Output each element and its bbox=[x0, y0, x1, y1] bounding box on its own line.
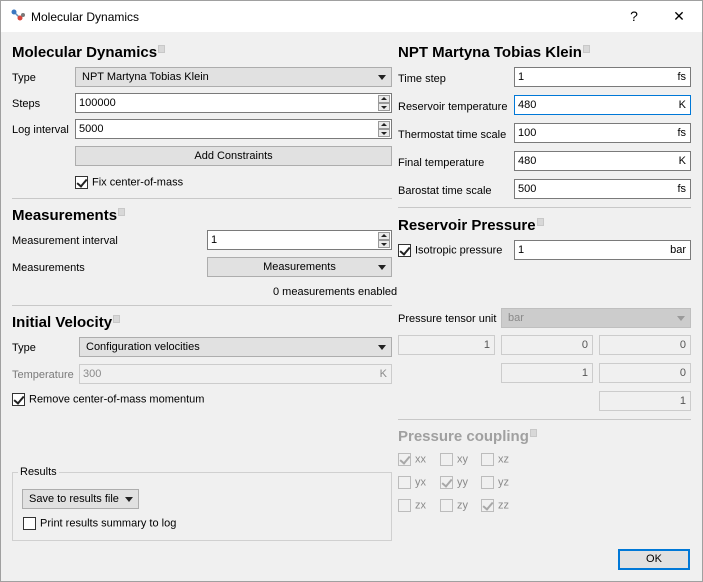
measurement-interval-input[interactable]: 1 bbox=[207, 230, 392, 250]
coupling-yy-checkbox[interactable]: yy bbox=[440, 476, 468, 490]
close-button[interactable]: ✕ bbox=[657, 1, 701, 32]
checkbox-box[interactable] bbox=[481, 499, 494, 512]
measurements-enabled-text: 0 measurements enabled bbox=[273, 286, 398, 298]
chevron-down-icon bbox=[677, 316, 685, 321]
help-icon[interactable] bbox=[529, 429, 537, 437]
checkbox-box[interactable] bbox=[75, 176, 88, 189]
help-icon[interactable] bbox=[536, 218, 544, 226]
measurements-section-title: Measurements bbox=[12, 207, 126, 224]
coupling-yz-checkbox[interactable]: yz bbox=[481, 476, 509, 490]
final-temperature-label: Final temperature bbox=[398, 157, 485, 169]
tensor-xx-field[interactable]: 1 bbox=[398, 335, 495, 355]
help-icon[interactable] bbox=[113, 315, 121, 323]
coupling-xy-checkbox[interactable]: xy bbox=[440, 453, 468, 467]
reservoir-temperature-label: Reservoir temperature bbox=[398, 101, 508, 113]
checkbox-box[interactable] bbox=[440, 453, 453, 466]
checkbox-box[interactable] bbox=[23, 517, 36, 530]
checkbox-box[interactable] bbox=[481, 476, 494, 489]
coupling-zy-checkbox[interactable]: zy bbox=[440, 499, 468, 513]
md-type-select[interactable]: NPT Martyna Tobias Klein bbox=[75, 67, 392, 87]
measurement-interval-spinner[interactable] bbox=[378, 232, 390, 248]
chevron-down-icon bbox=[125, 497, 133, 502]
close-icon: ✕ bbox=[673, 8, 685, 24]
barostat-time-scale-input[interactable]: 500 fs bbox=[514, 179, 691, 199]
barostat-time-scale-label: Barostat time scale bbox=[398, 185, 492, 197]
checkbox-box[interactable] bbox=[440, 499, 453, 512]
checkbox-box[interactable] bbox=[398, 499, 411, 512]
coupling-xx-checkbox[interactable]: xx bbox=[398, 453, 426, 467]
ok-button[interactable]: OK bbox=[618, 549, 690, 570]
tensor-xz-field[interactable]: 0 bbox=[599, 335, 691, 355]
results-save-select[interactable]: Save to results file bbox=[22, 489, 139, 509]
time-step-input[interactable]: 1 fs bbox=[514, 67, 691, 87]
velocity-temperature-label: Temperature bbox=[12, 369, 74, 381]
help-icon[interactable] bbox=[118, 208, 126, 216]
measurement-interval-label: Measurement interval bbox=[12, 235, 118, 247]
velocity-type-label: Type bbox=[12, 342, 36, 354]
tensor-yy-field[interactable]: 1 bbox=[501, 363, 593, 383]
help-icon[interactable] bbox=[582, 45, 590, 53]
thermostat-time-scale-input[interactable]: 100 fs bbox=[514, 123, 691, 143]
pressure-coupling-section-title: Pressure coupling bbox=[398, 428, 537, 445]
checkbox-box[interactable] bbox=[398, 476, 411, 489]
npt-section-title: NPT Martyna Tobias Klein bbox=[398, 44, 590, 61]
steps-input[interactable]: 100000 bbox=[75, 93, 392, 113]
velocity-type-select[interactable]: Configuration velocities bbox=[79, 337, 392, 357]
add-constraints-button[interactable]: Add Constraints bbox=[75, 146, 392, 166]
log-interval-input[interactable]: 5000 bbox=[75, 119, 392, 139]
tensor-xy-field[interactable]: 0 bbox=[501, 335, 593, 355]
coupling-zz-checkbox[interactable]: zz bbox=[481, 499, 509, 513]
chevron-down-icon bbox=[378, 345, 386, 350]
help-icon[interactable] bbox=[158, 45, 166, 53]
fix-com-checkbox[interactable]: Fix center-of-mass bbox=[75, 176, 183, 190]
md-section-title: Molecular Dynamics bbox=[12, 44, 166, 61]
help-button[interactable]: ? bbox=[612, 1, 656, 32]
separator bbox=[398, 207, 691, 208]
pressure-tensor-unit-select[interactable]: bar bbox=[501, 308, 691, 328]
isotropic-pressure-checkbox[interactable]: Isotropic pressure bbox=[398, 244, 502, 258]
chevron-down-icon bbox=[378, 265, 386, 270]
reservoir-pressure-section-title: Reservoir Pressure bbox=[398, 217, 544, 234]
molecule-icon bbox=[11, 9, 25, 21]
checkbox-box[interactable] bbox=[398, 244, 411, 257]
print-summary-checkbox[interactable]: Print results summary to log bbox=[23, 517, 176, 531]
log-interval-label: Log interval bbox=[12, 124, 69, 136]
isotropic-pressure-input[interactable]: 1 bar bbox=[514, 240, 691, 260]
measurements-label: Measurements bbox=[12, 262, 85, 274]
reservoir-temperature-input[interactable]: 480 K bbox=[514, 95, 691, 115]
separator bbox=[12, 198, 392, 199]
velocity-temperature-input[interactable]: 300 K bbox=[79, 364, 392, 384]
separator bbox=[12, 305, 392, 306]
pressure-tensor-unit-label: Pressure tensor unit bbox=[398, 313, 497, 325]
checkbox-box[interactable] bbox=[398, 453, 411, 466]
tensor-yz-field[interactable]: 0 bbox=[599, 363, 691, 383]
md-type-label: Type bbox=[12, 72, 36, 84]
chevron-down-icon bbox=[378, 75, 386, 80]
title-bar: Molecular Dynamics ? ✕ bbox=[1, 1, 702, 32]
steps-spinner[interactable] bbox=[378, 95, 390, 111]
coupling-xz-checkbox[interactable]: xz bbox=[481, 453, 509, 467]
velocity-section-title: Initial Velocity bbox=[12, 314, 121, 331]
dialog-window: Molecular Dynamics ? ✕ Molecular Dynamic… bbox=[0, 0, 703, 582]
window-title: Molecular Dynamics bbox=[31, 10, 140, 24]
steps-label: Steps bbox=[12, 98, 41, 110]
measurements-dropdown-button[interactable]: Measurements bbox=[207, 257, 392, 277]
remove-com-checkbox[interactable]: Remove center-of-mass momentum bbox=[12, 393, 204, 407]
thermostat-time-scale-label: Thermostat time scale bbox=[398, 129, 507, 141]
coupling-yx-checkbox[interactable]: yx bbox=[398, 476, 426, 490]
log-interval-spinner[interactable] bbox=[378, 121, 390, 137]
separator bbox=[398, 419, 691, 420]
coupling-zx-checkbox[interactable]: zx bbox=[398, 499, 426, 513]
checkbox-box[interactable] bbox=[12, 393, 25, 406]
results-group-title: Results bbox=[18, 466, 59, 478]
tensor-zz-field[interactable]: 1 bbox=[599, 391, 691, 411]
checkbox-box[interactable] bbox=[481, 453, 494, 466]
checkbox-box[interactable] bbox=[440, 476, 453, 489]
time-step-label: Time step bbox=[398, 73, 446, 85]
final-temperature-input[interactable]: 480 K bbox=[514, 151, 691, 171]
